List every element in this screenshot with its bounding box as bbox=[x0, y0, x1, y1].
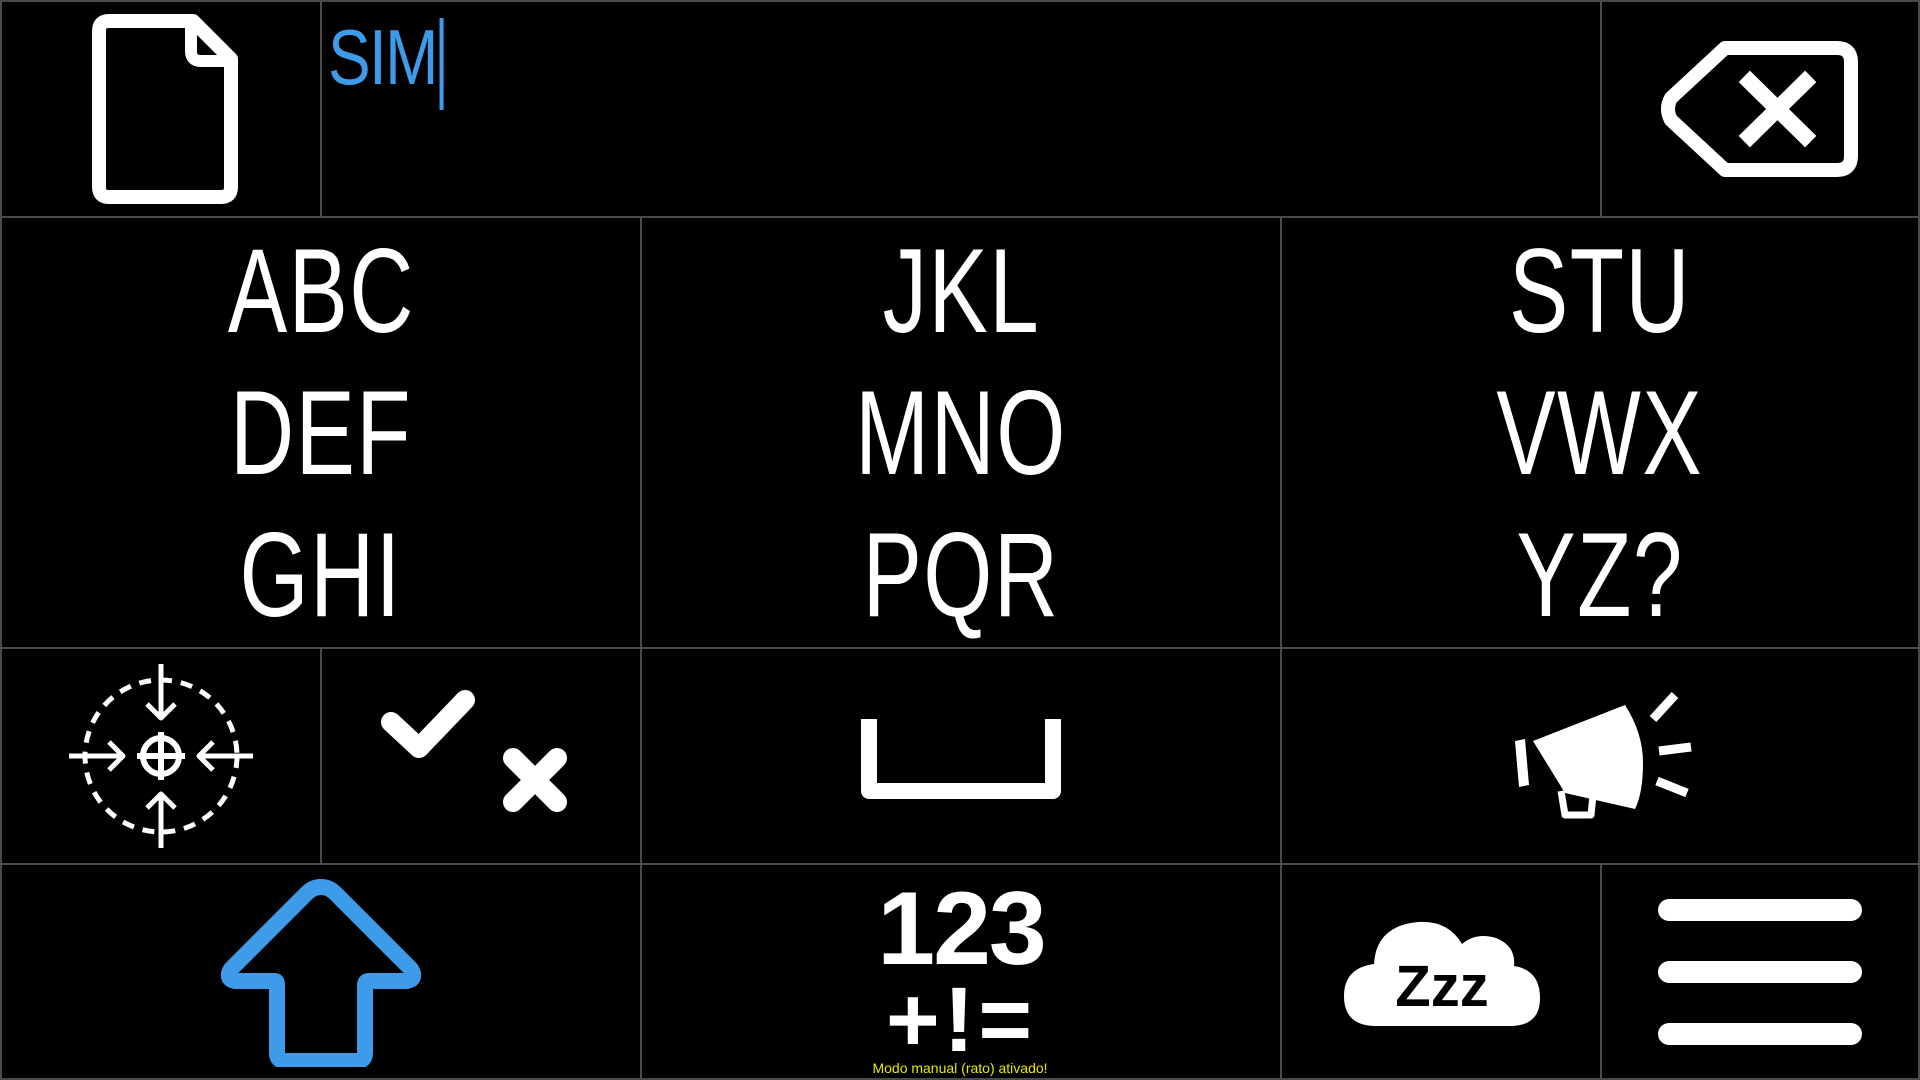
shift-arrow-icon bbox=[221, 878, 421, 1067]
symbols-label: +!= bbox=[885, 968, 1037, 1071]
letter-line: YZ? bbox=[1516, 507, 1684, 642]
calibrate-button[interactable] bbox=[0, 647, 322, 865]
space-bar-icon bbox=[861, 719, 1061, 799]
letter-group-abc-ghi[interactable]: ABC DEF GHI bbox=[0, 216, 642, 649]
text-input-area[interactable]: SIM bbox=[320, 0, 1602, 218]
letter-line: VWX bbox=[1496, 365, 1704, 500]
numbers-symbols-icon: 123 +!= bbox=[877, 870, 1047, 1071]
file-icon bbox=[92, 14, 238, 204]
sleep-button[interactable]: Zzz bbox=[1280, 863, 1602, 1080]
hamburger-menu-icon bbox=[1658, 898, 1862, 1045]
numbers-symbols-button[interactable]: 123 +!= bbox=[640, 863, 1282, 1080]
letter-group-jkl-pqr[interactable]: JKL MNO PQR bbox=[640, 216, 1282, 649]
new-document-button[interactable] bbox=[0, 0, 322, 218]
status-message: Modo manual (rato) ativado! bbox=[872, 1060, 1048, 1076]
letter-line: STU bbox=[1508, 223, 1692, 358]
check-cross-icon bbox=[381, 690, 567, 812]
space-button[interactable] bbox=[640, 647, 1282, 865]
typed-text-value: SIM bbox=[328, 13, 438, 101]
text-caret bbox=[439, 18, 444, 110]
backspace-icon bbox=[1661, 41, 1858, 177]
megaphone-icon bbox=[1515, 691, 1692, 819]
sleep-label: Zzz bbox=[1395, 954, 1488, 1019]
crosshair-calibrate-icon bbox=[69, 664, 253, 848]
letter-group-stu-yz[interactable]: STU VWX YZ? bbox=[1280, 216, 1920, 649]
letter-line: PQR bbox=[862, 507, 1060, 642]
shift-button[interactable] bbox=[0, 863, 642, 1080]
backspace-button[interactable] bbox=[1600, 0, 1920, 218]
letter-line: ABC bbox=[227, 223, 415, 358]
numbers-label: 123 bbox=[877, 870, 1047, 987]
sleep-cloud-icon: Zzz bbox=[1344, 921, 1540, 1026]
typed-text: SIM bbox=[328, 13, 444, 110]
yes-no-button[interactable] bbox=[320, 647, 642, 865]
letter-line: DEF bbox=[229, 365, 413, 500]
speak-button[interactable] bbox=[1280, 647, 1920, 865]
letter-line: MNO bbox=[855, 365, 1067, 500]
letter-line: JKL bbox=[882, 223, 1040, 358]
menu-button[interactable] bbox=[1600, 863, 1920, 1080]
letter-line: GHI bbox=[239, 507, 403, 642]
